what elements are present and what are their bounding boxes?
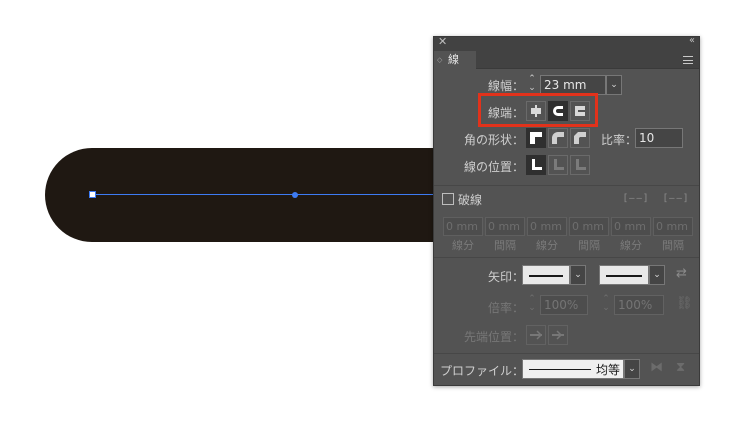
- gap-field-3[interactable]: 0 mm 間隔: [653, 217, 693, 253]
- panel-titlebar: ✕ ‹‹: [434, 35, 699, 51]
- gap-1-input[interactable]: 0 mm: [485, 217, 525, 236]
- collapse-icon[interactable]: ‹‹: [689, 35, 695, 46]
- corner-label: 角の形状：: [464, 133, 525, 147]
- stroke-panel: ✕ ‹‹ ◇ 線 線幅： ⌃ ⌄ 23 mm ⌄ 線端： 角の形状： 比率： 10…: [433, 35, 700, 386]
- tab-stroke-label: 線: [448, 53, 459, 66]
- start-scale-stepper[interactable]: ⌃ ⌄: [526, 295, 538, 315]
- dash-field-3[interactable]: 0 mm 線分: [611, 217, 651, 253]
- align-center-icon: [532, 159, 542, 170]
- end-scale-stepper[interactable]: ⌃ ⌄: [600, 295, 612, 315]
- gap-2-input[interactable]: 0 mm: [569, 217, 609, 236]
- stroke-weight-stepper[interactable]: ⌃ ⌄: [526, 75, 538, 95]
- dashed-label: 破線: [458, 193, 483, 207]
- bevel-join-icon: [574, 132, 586, 144]
- divider: [434, 353, 699, 354]
- gap-field-2[interactable]: 0 mm 間隔: [569, 217, 609, 253]
- stroke-weight-dropdown[interactable]: ⌄: [606, 75, 622, 95]
- miter-join-button[interactable]: [526, 128, 546, 148]
- panel-menu-icon[interactable]: [683, 56, 693, 64]
- start-scale-input[interactable]: 100%: [540, 295, 588, 315]
- align-outside-button[interactable]: [570, 155, 590, 175]
- arrow-tip-at-end-button[interactable]: [548, 325, 568, 345]
- end-arrowhead-select[interactable]: [599, 265, 649, 285]
- link-scale-icon[interactable]: ⛓: [676, 296, 693, 311]
- close-icon[interactable]: ✕: [438, 35, 447, 48]
- divider: [434, 185, 699, 186]
- gap-3-input[interactable]: 0 mm: [653, 217, 693, 236]
- dash-field-2[interactable]: 0 mm 線分: [527, 217, 567, 253]
- dash-2-input[interactable]: 0 mm: [527, 217, 567, 236]
- round-join-button[interactable]: [548, 128, 568, 148]
- arrowheads-label: 矢印：: [488, 270, 525, 284]
- anchor-point-center[interactable]: [292, 192, 298, 198]
- stroke-weight-label: 線幅：: [488, 79, 525, 93]
- gap-3-caption: 間隔: [662, 239, 684, 252]
- arrow-tip-at-end-icon: [552, 330, 564, 340]
- align-stroke-label: 線の位置：: [464, 160, 525, 174]
- profile-value: 均等: [595, 363, 620, 377]
- dash-3-input[interactable]: 0 mm: [611, 217, 651, 236]
- arrowhead-none-preview: [529, 275, 563, 277]
- scale-label: 倍率：: [488, 301, 525, 315]
- round-join-icon: [552, 132, 564, 144]
- anchor-point-start[interactable]: [89, 191, 96, 198]
- arrow-tip-beyond-button[interactable]: [526, 325, 546, 345]
- align-inside-button[interactable]: [548, 155, 568, 175]
- swap-arrowheads-icon[interactable]: ⇄: [676, 266, 687, 281]
- end-scale-input[interactable]: 100%: [614, 295, 664, 315]
- dashed-checkbox[interactable]: [442, 193, 454, 205]
- bevel-join-button[interactable]: [570, 128, 590, 148]
- tab-stroke[interactable]: ◇ 線: [434, 51, 476, 69]
- dash-align-corners-icon[interactable]: [‒‒]: [658, 191, 694, 207]
- profile-dropdown[interactable]: ⌄: [624, 359, 640, 379]
- miter-limit-label: 比率：: [601, 133, 638, 147]
- start-arrowhead-dropdown[interactable]: ⌄: [570, 265, 586, 285]
- flip-across-icon[interactable]: ⧗: [676, 360, 685, 375]
- arrow-tip-beyond-icon: [530, 330, 542, 340]
- align-center-button[interactable]: [526, 155, 546, 175]
- dash-1-input[interactable]: 0 mm: [443, 217, 483, 236]
- dash-2-caption: 線分: [536, 239, 558, 252]
- miter-limit-input[interactable]: 10: [635, 128, 683, 148]
- selected-path[interactable]: [92, 194, 437, 195]
- gap-1-caption: 間隔: [494, 239, 516, 252]
- profile-uniform-preview: [529, 369, 591, 370]
- dash-preserve-icon[interactable]: [‒‒]: [618, 191, 654, 207]
- dash-field-1[interactable]: 0 mm 線分: [443, 217, 483, 253]
- profile-label: プロファイル：: [440, 364, 525, 378]
- flip-along-icon[interactable]: ⧓: [650, 360, 663, 375]
- divider: [434, 257, 699, 258]
- arrow-align-label: 先端位置：: [464, 330, 525, 344]
- end-arrowhead-dropdown[interactable]: ⌄: [649, 265, 665, 285]
- gap-field-1[interactable]: 0 mm 間隔: [485, 217, 525, 253]
- miter-join-icon: [530, 132, 542, 144]
- arrowhead-none-preview: [606, 275, 642, 277]
- dash-3-caption: 線分: [620, 239, 642, 252]
- tab-options-icon: ◇: [437, 56, 443, 64]
- dash-1-caption: 線分: [452, 239, 474, 252]
- profile-select[interactable]: 均等: [522, 359, 624, 379]
- align-inside-icon: [554, 159, 564, 170]
- start-arrowhead-select[interactable]: [522, 265, 570, 285]
- gap-2-caption: 間隔: [578, 239, 600, 252]
- cap-highlight-box: [478, 93, 598, 127]
- panel-tabbar: ◇ 線: [434, 51, 699, 69]
- align-outside-icon: [576, 159, 586, 170]
- stroke-weight-input[interactable]: 23 mm: [540, 75, 606, 95]
